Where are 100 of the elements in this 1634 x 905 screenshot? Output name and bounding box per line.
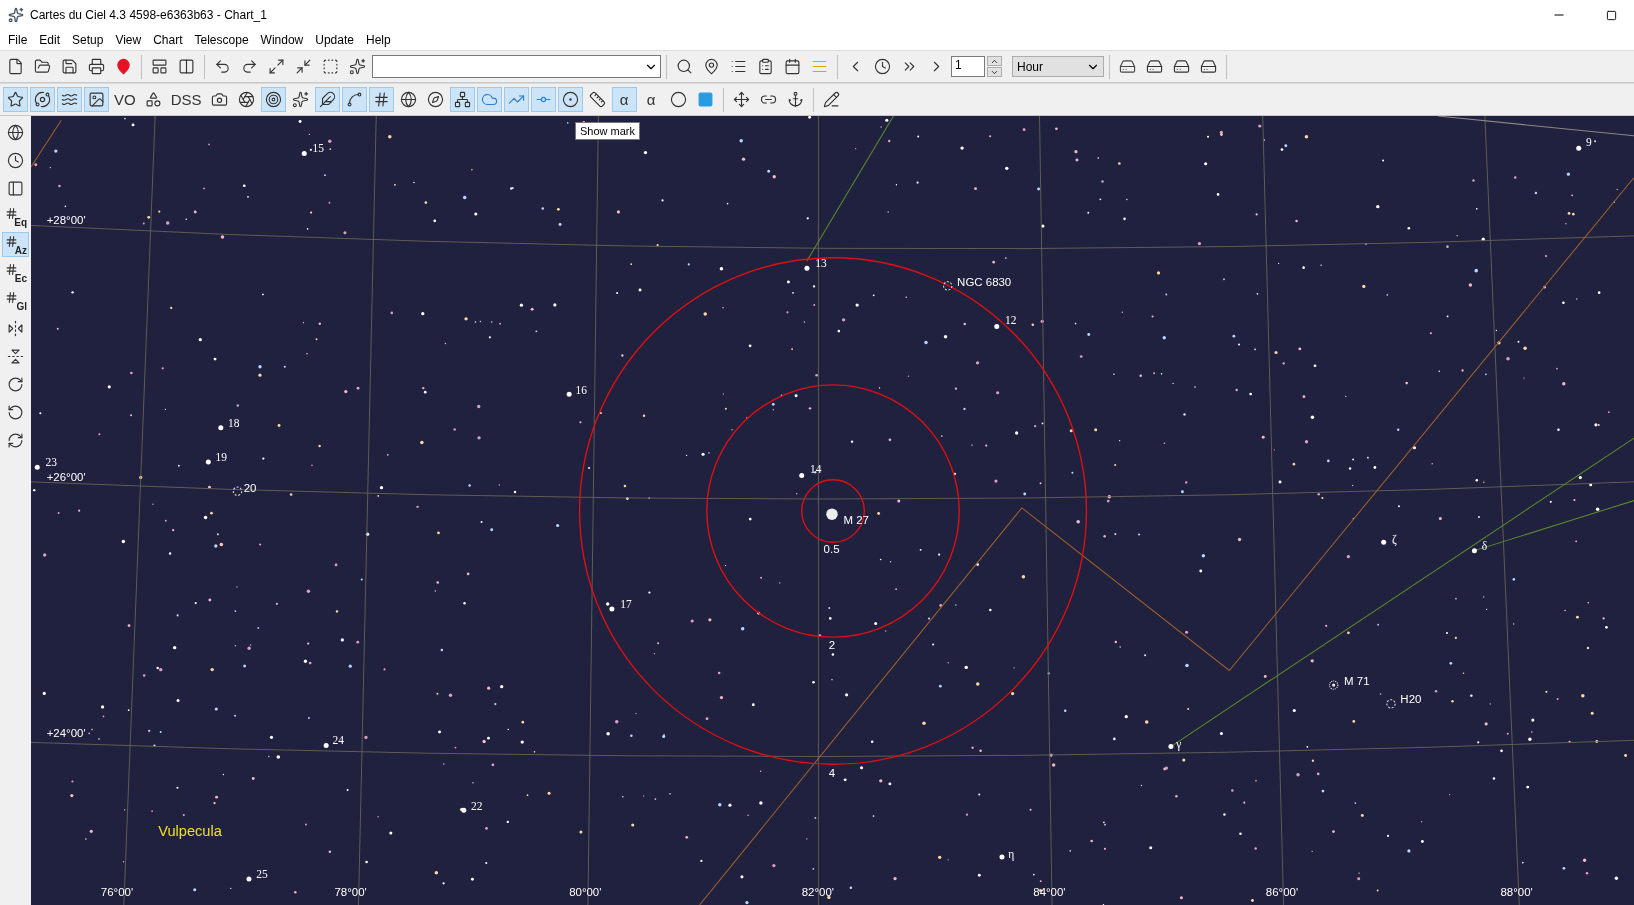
toolbar-button[interactable] <box>557 87 583 112</box>
toolbar-button[interactable] <box>260 87 286 112</box>
menu-item[interactable]: Setup <box>66 31 110 49</box>
menu-item[interactable]: Chart <box>147 31 189 49</box>
toolbar-button[interactable] <box>30 87 55 112</box>
coordinate-label: 76°00' <box>100 885 134 898</box>
image-icon <box>88 91 105 108</box>
coordinate-label: +24°00' <box>46 727 86 740</box>
object-label: 9 <box>1586 136 1592 149</box>
object-label: 12 <box>1005 314 1017 327</box>
object-label: H20 <box>1400 692 1422 705</box>
object-label: η <box>1008 848 1015 861</box>
star-dot <box>609 606 615 612</box>
toolbar-button[interactable]: Gl <box>2 288 29 313</box>
camera-icon <box>210 91 228 108</box>
object-label: 25 <box>256 867 268 880</box>
search-combo[interactable] <box>372 55 661 78</box>
anchor-icon <box>786 91 804 108</box>
toolbar-button[interactable] <box>341 87 367 112</box>
toolbar-button[interactable] <box>449 87 475 112</box>
toolbar-button[interactable] <box>84 87 109 112</box>
print-icon <box>88 58 105 75</box>
coordinate-label: 78°00' <box>334 885 367 898</box>
flip-h-icon <box>7 320 24 337</box>
object-label: 2 <box>828 638 836 651</box>
star-icon <box>7 91 24 108</box>
object-label: 23 <box>45 456 58 469</box>
app-logo-icon <box>8 7 24 23</box>
grid-icon <box>5 263 18 276</box>
toolbar-button[interactable] <box>3 87 28 112</box>
grid-icon <box>5 235 18 248</box>
star-dot <box>301 151 307 156</box>
object-label: 18 <box>228 416 240 429</box>
globular-cluster-marker <box>1328 680 1339 690</box>
cluster-marker <box>1386 699 1396 709</box>
toolbar-button[interactable]: Ec <box>2 260 29 285</box>
object-label: 14 <box>810 463 822 476</box>
toolbar-button[interactable]: α <box>611 87 637 112</box>
toolbar-button[interactable] <box>368 87 394 112</box>
bars-icon <box>811 58 828 75</box>
object-label: 13 <box>815 257 827 270</box>
object-label: 15 <box>312 142 325 155</box>
coordinate-label: 86°00' <box>1265 885 1299 898</box>
ruler-icon <box>588 91 606 108</box>
object-label: γ <box>1176 737 1182 750</box>
object-label: 17 <box>620 597 632 610</box>
star-dot <box>461 807 467 813</box>
star-dot <box>1381 539 1387 545</box>
object-label: δ <box>1481 539 1488 552</box>
nebula-marker <box>826 508 838 520</box>
menu-item[interactable]: File <box>2 31 34 49</box>
coordinate-label: 88°00' <box>1500 885 1533 898</box>
star-dot <box>799 473 805 479</box>
star-dot <box>218 425 224 431</box>
coordinate-label: 82°00' <box>801 885 834 898</box>
globe-icon <box>7 124 24 141</box>
star-dot <box>1471 548 1477 554</box>
spin-down-button[interactable] <box>987 67 1002 77</box>
menu-item[interactable]: Update <box>309 31 360 49</box>
cluster-marker <box>943 281 953 291</box>
search-icon <box>676 58 693 75</box>
menu-item[interactable]: Window <box>254 31 310 49</box>
clock-icon <box>874 58 891 75</box>
calendar-icon <box>784 58 801 75</box>
cluster-marker <box>232 486 243 496</box>
curve-icon <box>345 91 363 108</box>
toolbar-button[interactable]: DSS <box>167 87 205 112</box>
marker-icon <box>115 58 132 75</box>
redo-icon <box>241 58 258 75</box>
list-icon <box>730 58 747 75</box>
rotate-icon <box>7 432 24 449</box>
coordinate-label: +28°00' <box>46 214 86 227</box>
target-icon <box>264 91 282 108</box>
toolbar-button[interactable] <box>314 87 340 112</box>
menu-item[interactable]: Edit <box>33 31 67 49</box>
toolbar-button[interactable]: VO <box>111 87 139 112</box>
step-field[interactable]: 1 <box>951 56 985 77</box>
compass-icon <box>426 91 444 108</box>
galaxy-icon <box>34 91 51 108</box>
sparkles-icon <box>291 91 309 108</box>
toolbar-button[interactable]: Az <box>2 232 29 257</box>
toolbar-button[interactable]: Eq <box>2 204 29 229</box>
menu-item[interactable]: View <box>109 31 148 49</box>
unit-select[interactable]: Hour <box>1012 56 1104 77</box>
undo-icon <box>214 58 231 75</box>
spin-up-button[interactable] <box>987 56 1002 66</box>
panel-icon <box>7 180 24 197</box>
star-dot <box>34 464 40 470</box>
object-label: 16 <box>575 384 587 397</box>
star-dot <box>1168 744 1174 750</box>
window-title: Cartes du Ciel 4.3 4598-e6363b63 - Chart_1 <box>30 8 268 22</box>
toolbar-button[interactable] <box>57 87 82 112</box>
maximize-icon <box>1605 9 1617 21</box>
pin-icon <box>703 58 720 75</box>
new-icon <box>7 58 24 75</box>
toolbar-button[interactable]: α <box>638 87 664 112</box>
menu-item[interactable]: Help <box>359 31 397 49</box>
object-label: 20 <box>243 482 257 495</box>
object-label: M 71 <box>1344 675 1370 688</box>
menu-item[interactable]: Telescope <box>188 31 255 49</box>
